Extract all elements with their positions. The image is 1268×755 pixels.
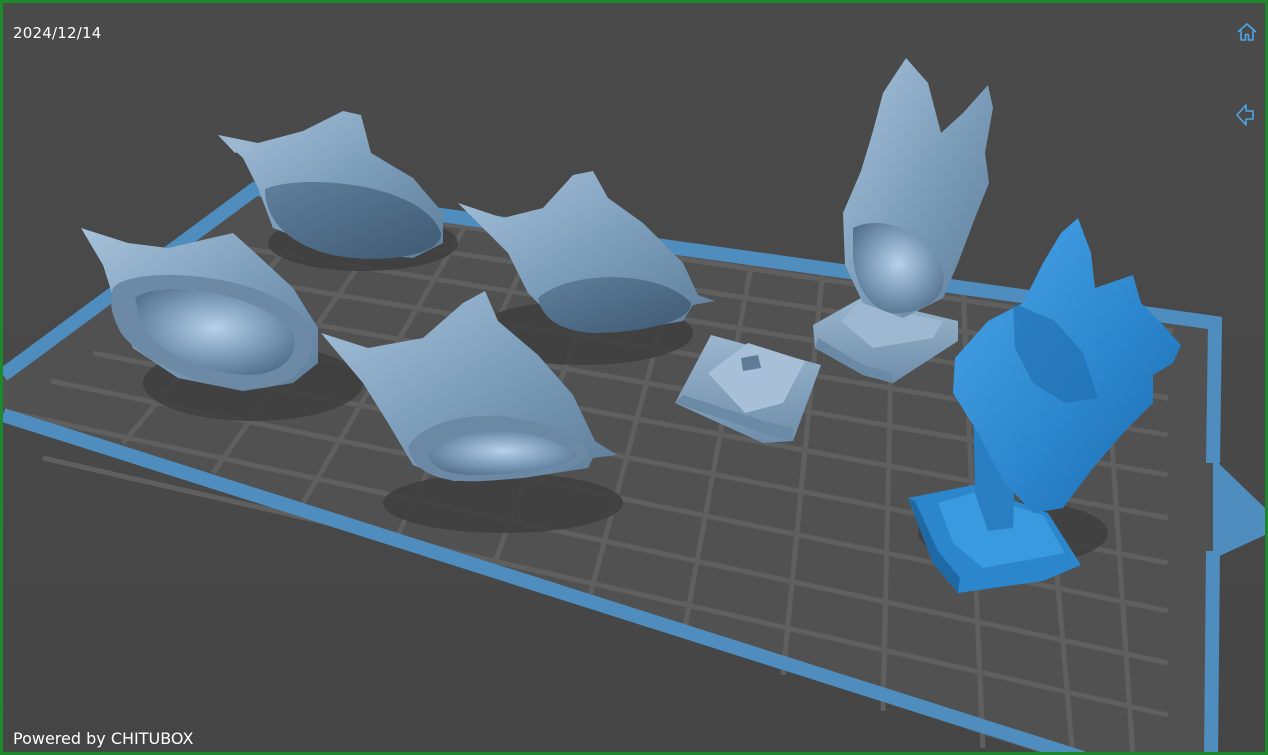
powered-by-label: Powered by CHITUBOX [13, 729, 194, 748]
viewport-frame: 2024/12/14 Powered by CHITUBOX [0, 0, 1268, 755]
home-icon [1237, 23, 1257, 41]
arrow-left-icon [1236, 104, 1254, 126]
plate-tab [1213, 458, 1265, 559]
date-label: 2024/12/14 [13, 24, 102, 42]
3d-viewport[interactable] [3, 3, 1268, 755]
back-view-button[interactable] [1232, 102, 1258, 128]
home-view-button[interactable] [1234, 19, 1260, 45]
